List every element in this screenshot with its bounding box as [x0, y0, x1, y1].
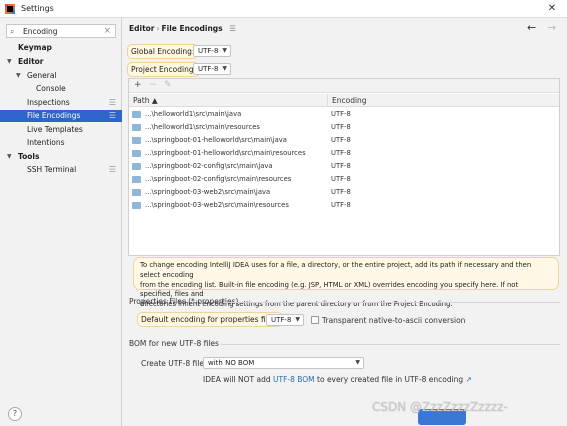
dropdown-arrow-icon: ▼ [222, 47, 227, 54]
content-header: Editor › File Encodings ☰ ← → [123, 18, 567, 38]
utf8-bom-link[interactable]: UTF-8 BOM [273, 375, 315, 384]
section-divider [221, 344, 560, 345]
project-settings-icon: ☰ [108, 165, 116, 174]
sidebar-item-tools[interactable]: ▼ Tools [0, 151, 122, 163]
folder-icon [132, 137, 141, 144]
transparent-conversion-label: Transparent native-to-ascii conversion [322, 316, 466, 325]
sidebar-item-file-encodings[interactable]: File Encodings ☰ [0, 110, 122, 122]
folder-icon [132, 202, 141, 209]
breadcrumb-separator: › [156, 24, 160, 33]
sidebar-item-live-templates[interactable]: Live Templates [0, 124, 122, 136]
encoding-info-text: To change encoding IntelliJ IDEA uses fo… [133, 257, 559, 308]
folder-icon [132, 124, 141, 131]
edit-icon[interactable]: ✎ [164, 80, 172, 90]
table-row[interactable]: ...\springboot-01-helloworld\src\main\ja… [129, 134, 559, 147]
folder-icon [132, 150, 141, 157]
sidebar-item-console[interactable]: Console [0, 83, 122, 95]
folder-icon [132, 111, 141, 118]
search-value: Encoding [23, 27, 58, 36]
bom-note: IDEA will NOT add UTF-8 BOM to every cre… [203, 375, 472, 384]
add-icon[interactable]: + [134, 80, 142, 90]
transparent-conversion-checkbox[interactable] [311, 316, 319, 324]
table-row[interactable]: ...\helloworld1\src\main\java UTF-8 [129, 108, 559, 121]
table-row[interactable]: ...\helloworld1\src\main\resources UTF-8 [129, 121, 559, 134]
path-encoding-table: + − ✎ Path ▲ Encoding ...\helloworld1\sr… [128, 78, 560, 256]
sidebar-item-keymap[interactable]: Keymap [0, 42, 122, 54]
intellij-app-icon [5, 4, 15, 14]
global-encoding-label: Global Encoding: [127, 44, 199, 59]
table-row[interactable]: ...\springboot-01-helloworld\src\main\re… [129, 147, 559, 160]
settings-sidebar: ⌕ Encoding × Keymap ▼ Editor ▼ General C… [0, 18, 122, 426]
project-settings-icon: ☰ [229, 24, 236, 33]
dropdown-arrow-icon: ▼ [355, 359, 360, 366]
title-bar: Settings ✕ [0, 0, 567, 18]
breadcrumb: Editor › File Encodings ☰ [129, 24, 236, 33]
project-settings-icon: ☰ [108, 111, 116, 120]
chevron-down-icon[interactable]: ▼ [7, 56, 12, 68]
help-button[interactable]: ? [8, 407, 22, 421]
create-utf8-label: Create UTF-8 files: [141, 359, 211, 368]
sidebar-item-inspections[interactable]: Inspections ☰ [0, 97, 122, 109]
clear-search-icon[interactable]: × [103, 26, 111, 36]
properties-default-encoding-label: Default encoding for properties files: [137, 312, 283, 327]
properties-section-title: Properties Files (*.properties) [129, 297, 239, 306]
window-title: Settings [21, 4, 54, 13]
dropdown-arrow-icon: ▼ [222, 65, 227, 72]
table-toolbar: + − ✎ [129, 79, 559, 93]
sidebar-item-general[interactable]: ▼ General [0, 70, 122, 82]
breadcrumb-current: File Encodings [161, 24, 223, 33]
bom-section-title: BOM for new UTF-8 files [129, 339, 219, 348]
dialog-footer: ? CSDN @ZzzZzzzZzzzz- [0, 398, 567, 426]
sidebar-item-intentions[interactable]: Intentions [0, 137, 122, 149]
forward-arrow-icon[interactable]: → [547, 21, 556, 34]
column-header-encoding[interactable]: Encoding [328, 94, 559, 107]
section-divider [223, 302, 560, 303]
bom-select[interactable]: with NO BOM ▼ [203, 357, 364, 369]
project-settings-icon: ☰ [108, 98, 116, 107]
table-row[interactable]: ...\springboot-02-config\src\main\resour… [129, 173, 559, 186]
chevron-down-icon[interactable]: ▼ [7, 151, 12, 163]
global-encoding-select[interactable]: UTF-8 ▼ [193, 45, 231, 57]
settings-search-input[interactable]: ⌕ Encoding × [6, 24, 116, 38]
table-row[interactable]: ...\springboot-03-web2\src\main\resource… [129, 199, 559, 212]
properties-encoding-select[interactable]: UTF-8 ▼ [266, 314, 304, 326]
close-icon[interactable]: ✕ [545, 2, 559, 16]
dropdown-arrow-icon: ▼ [295, 316, 300, 323]
sidebar-item-editor[interactable]: ▼ Editor [0, 56, 122, 68]
folder-icon [132, 176, 141, 183]
back-arrow-icon[interactable]: ← [527, 21, 536, 34]
external-link-icon[interactable]: ↗ [466, 375, 472, 384]
chevron-down-icon[interactable]: ▼ [16, 70, 21, 82]
project-encoding-select[interactable]: UTF-8 ▼ [193, 63, 231, 75]
remove-icon[interactable]: − [149, 80, 157, 90]
file-encodings-panel: Global Encoding: UTF-8 ▼ Project Encoding… [123, 38, 567, 398]
folder-icon [132, 163, 141, 170]
table-row[interactable]: ...\springboot-02-config\src\main\java UT… [129, 160, 559, 173]
folder-icon [132, 189, 141, 196]
breadcrumb-parent[interactable]: Editor [129, 24, 155, 33]
table-row[interactable]: ...\springboot-03-web2\src\main\java UTF-… [129, 186, 559, 199]
project-encoding-label: Project Encoding: [127, 62, 201, 77]
search-icon: ⌕ [10, 27, 15, 36]
column-header-path[interactable]: Path ▲ [129, 94, 328, 107]
watermark-text: CSDN @ZzzZzzzZzzzz- [372, 400, 508, 414]
sidebar-item-ssh-terminal[interactable]: SSH Terminal ☰ [0, 164, 122, 176]
